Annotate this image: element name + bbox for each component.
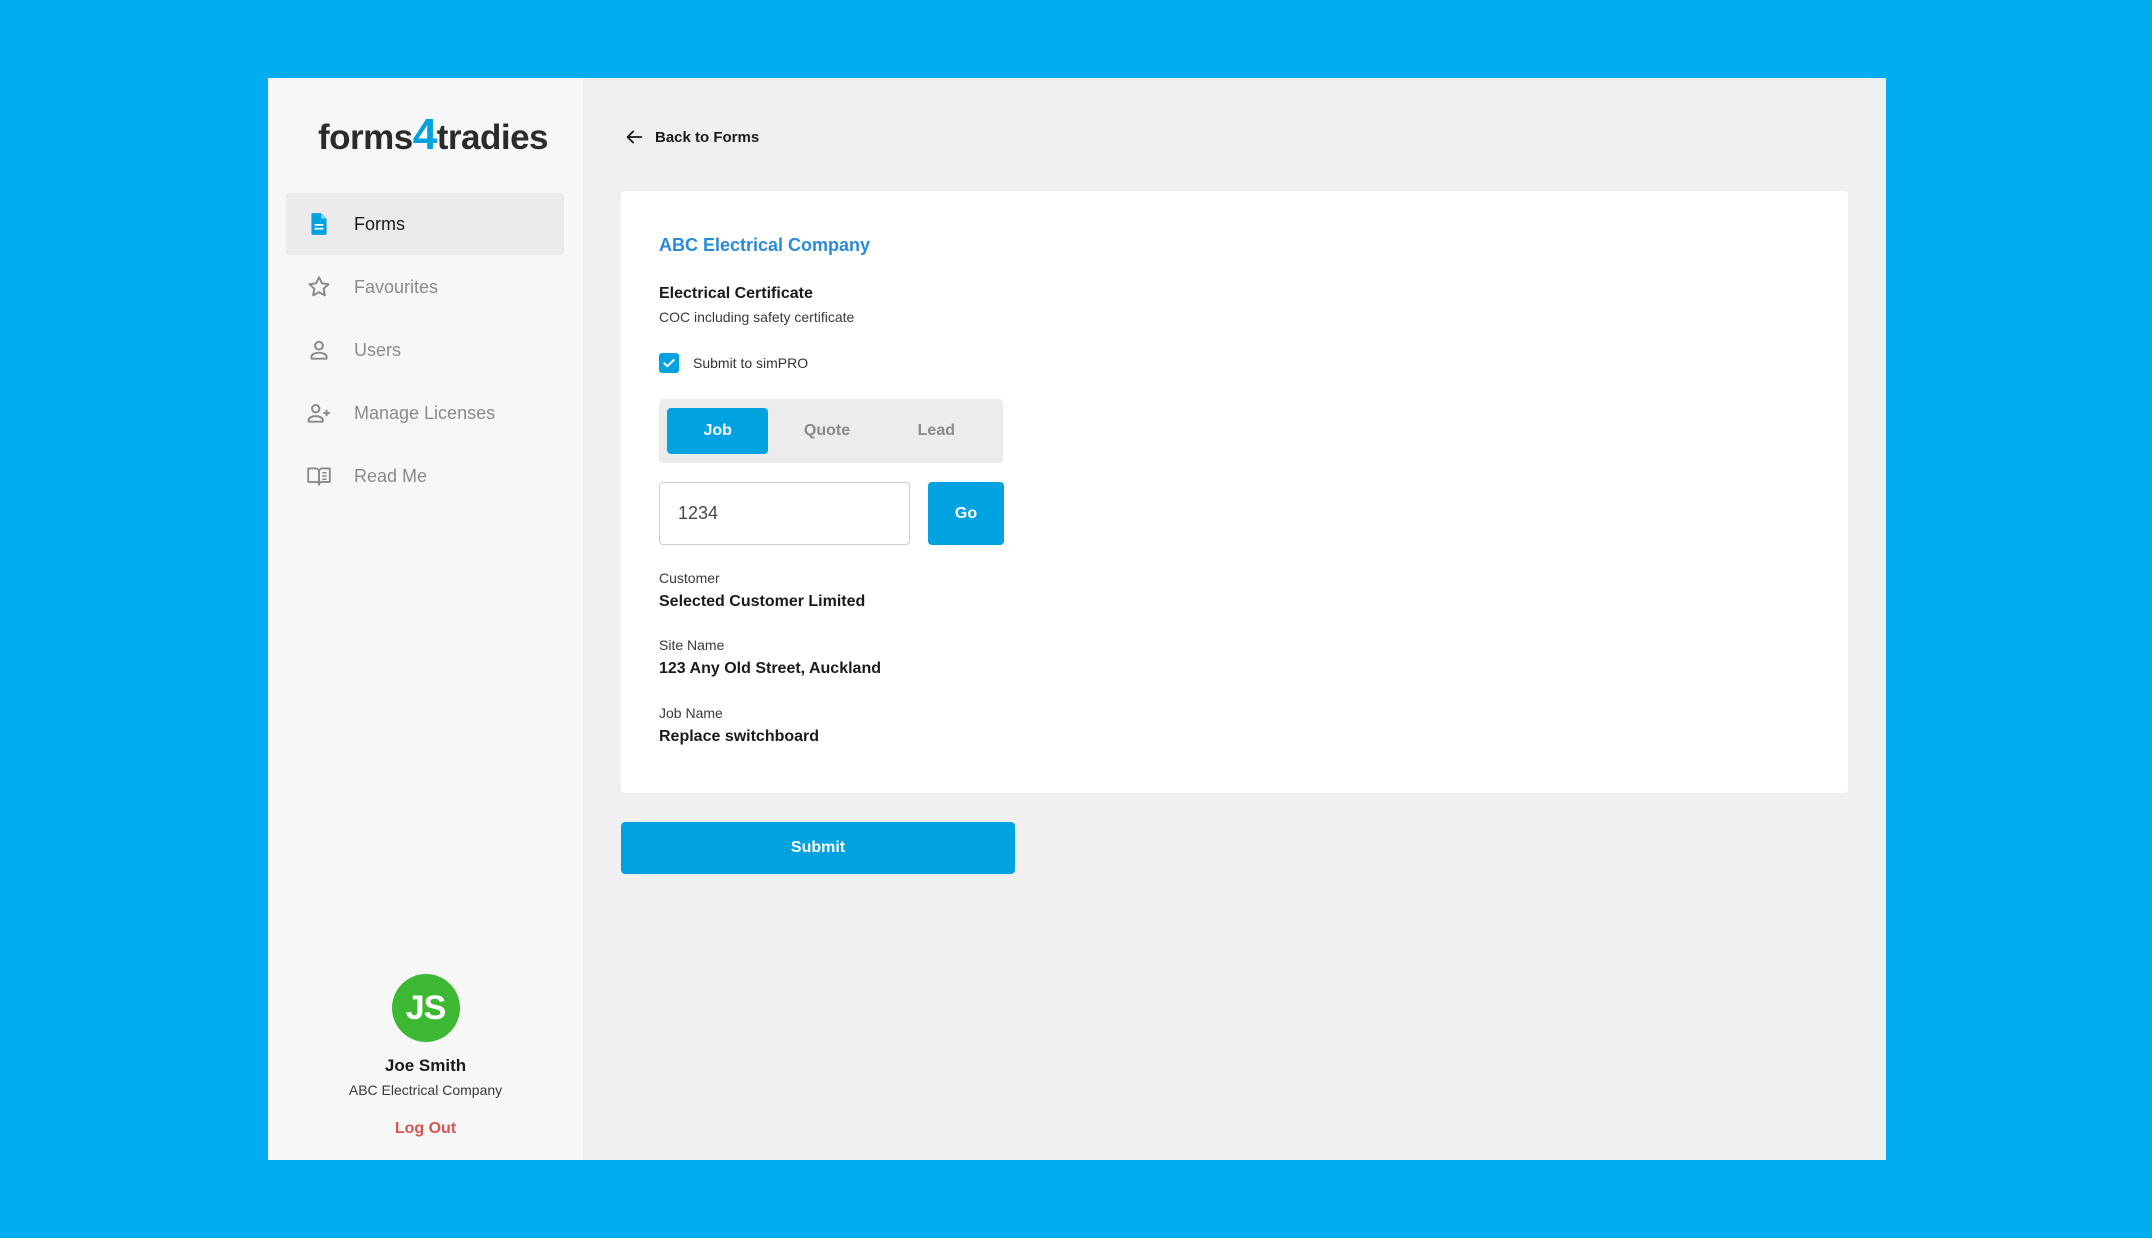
sidebar-item-forms[interactable]: Forms [286,193,564,255]
form-card: ABC Electrical Company Electrical Certif… [621,191,1848,793]
record-type-toggle: Job Quote Lead [659,399,1003,463]
sidebar-item-read-me[interactable]: Read Me [286,445,564,507]
sidebar-item-users[interactable]: Users [286,319,564,381]
job-name-value: Replace switchboard [659,728,820,745]
brand-logo[interactable]: forms4tradies [318,113,549,158]
user-company: ABC Electrical Company [348,1082,503,1098]
site-name-label: Site Name [659,637,725,653]
avatar[interactable]: JS [391,974,460,1042]
sidebar-item-favourites[interactable]: Favourites [286,256,564,318]
customer-value: Selected Customer Limited [659,593,866,610]
document-icon [304,209,334,239]
checkbox-checked-icon[interactable] [659,353,679,373]
brand-logo-part3: tradies [436,118,549,157]
job-number-input[interactable] [659,482,910,545]
company-title: ABC Electrical Company [659,235,871,255]
submit-button[interactable]: Submit [621,822,1015,874]
form-title: Electrical Certificate [659,285,813,302]
checkbox-label: Submit to simPRO [693,355,809,371]
segment-job[interactable]: Job [667,408,769,454]
book-icon [304,461,334,491]
sidebar-nav: Forms Favourites Users Manage Licenses R… [286,193,564,508]
add-user-icon [304,398,334,428]
user-icon [304,335,334,365]
segment-lead[interactable]: Lead [886,408,987,454]
user-profile: JS Joe Smith ABC Electrical Company Log … [268,974,583,1138]
go-button[interactable]: Go [928,482,1004,545]
customer-label: Customer [659,570,720,586]
sidebar: forms4tradies Forms Favourites Users Man… [268,78,583,1160]
brand-logo-part2: 4 [412,110,437,159]
main-content: Back to Forms ABC Electrical Company Ele… [583,78,1886,1160]
user-name: Joe Smith [384,1056,467,1075]
logout-link[interactable]: Log Out [395,1120,456,1138]
site-name-value: 123 Any Old Street, Auckland [659,660,881,677]
submit-to-simpro-checkbox[interactable]: Submit to simPRO [659,353,808,373]
sidebar-item-manage-licenses[interactable]: Manage Licenses [286,382,564,444]
sidebar-item-label: Favourites [354,276,439,297]
back-to-forms-link[interactable]: Back to Forms [623,126,759,148]
brand-logo-part1: forms [318,118,413,157]
sidebar-item-label: Read Me [354,465,428,486]
job-name-label: Job Name [659,705,723,721]
segment-quote[interactable]: Quote [776,408,877,454]
form-subtitle: COC including safety certificate [659,309,855,325]
sidebar-item-label: Manage Licenses [354,402,496,423]
arrow-left-icon [626,130,643,144]
star-icon [304,272,334,302]
sidebar-item-label: Forms [354,213,405,234]
app-window: forms4tradies Forms Favourites Users Man… [268,78,1886,1160]
sidebar-item-label: Users [354,339,402,360]
back-label: Back to Forms [655,128,760,146]
